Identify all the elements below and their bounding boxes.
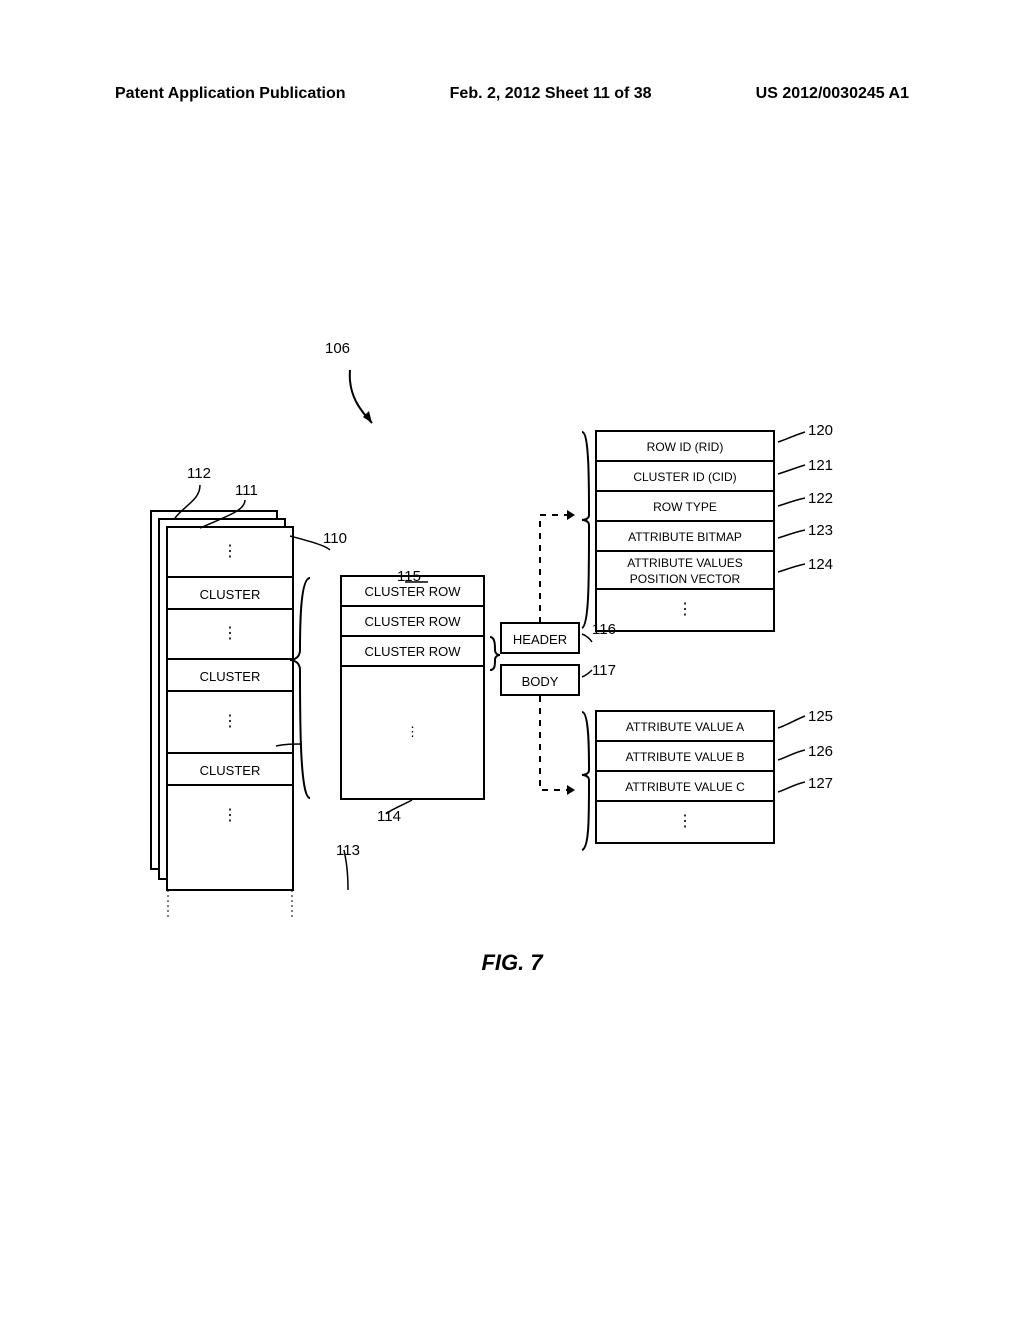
vdots xyxy=(168,692,292,752)
cluster-id-cell: CLUSTER ID (CID) xyxy=(597,462,773,492)
header-left: Patent Application Publication xyxy=(115,85,346,103)
cluster-row-stack: CLUSTER ROW CLUSTER ROW CLUSTER ROW xyxy=(340,575,485,800)
attr-val-a-cell: ATTRIBUTE VALUE A xyxy=(597,712,773,742)
vdots xyxy=(342,667,483,797)
row-type-cell: ROW TYPE xyxy=(597,492,773,522)
ref-124: 124 xyxy=(808,556,833,573)
ref-112: 112 xyxy=(187,465,211,482)
cluster-row-2: CLUSTER ROW xyxy=(342,607,483,637)
vdots xyxy=(168,610,292,658)
header-fields-stack: ROW ID (RID) CLUSTER ID (CID) ROW TYPE A… xyxy=(595,430,775,632)
figure-caption: FIG. 7 xyxy=(0,950,1024,976)
ref-106: 106 xyxy=(325,340,350,357)
attr-val-b-cell: ATTRIBUTE VALUE B xyxy=(597,742,773,772)
vdots xyxy=(168,528,292,576)
page-header: Patent Application Publication Feb. 2, 2… xyxy=(115,85,909,103)
cluster-cell-2: CLUSTER xyxy=(168,658,292,692)
attr-val-c-cell: ATTRIBUTE VALUE C xyxy=(597,772,773,802)
cluster-cell-1: CLUSTER xyxy=(168,576,292,610)
body-fields-stack: ATTRIBUTE VALUE A ATTRIBUTE VALUE B ATTR… xyxy=(595,710,775,844)
ref-111: 111 xyxy=(235,482,258,499)
vdots xyxy=(597,802,773,842)
header-right: US 2012/0030245 A1 xyxy=(756,85,909,103)
ref-122: 122 xyxy=(808,490,833,507)
vdots xyxy=(168,786,292,846)
diagram-area: 106 CLUSTER CLUSTER CLUSTER CLUSTER ROW … xyxy=(130,350,860,940)
ref-116: 116 xyxy=(592,621,616,638)
ref-115: 115 xyxy=(397,568,421,585)
row-id-cell: ROW ID (RID) xyxy=(597,432,773,462)
ref-113: 113 xyxy=(336,842,360,859)
ref-121: 121 xyxy=(808,457,833,474)
attr-pos-vec-cell: ATTRIBUTE VALUES POSITION VECTOR xyxy=(597,552,773,590)
ref-126: 126 xyxy=(808,743,833,760)
header-mid: Feb. 2, 2012 Sheet 11 of 38 xyxy=(450,85,652,103)
ref-120: 120 xyxy=(808,422,833,439)
ref-125: 125 xyxy=(808,708,833,725)
body-box: BODY xyxy=(500,664,580,696)
ref-110: 110 xyxy=(323,530,347,547)
header-body-stack: HEADER BODY xyxy=(500,622,580,706)
ref-117: 117 xyxy=(592,662,616,679)
attr-bitmap-cell: ATTRIBUTE BITMAP xyxy=(597,522,773,552)
cluster-panel-front: CLUSTER CLUSTER CLUSTER xyxy=(166,526,294,891)
cluster-stack: CLUSTER CLUSTER CLUSTER xyxy=(150,510,280,890)
ref-123: 123 xyxy=(808,522,833,539)
header-box: HEADER xyxy=(500,622,580,654)
ref-114: 114 xyxy=(377,808,401,825)
ref-127: 127 xyxy=(808,775,833,792)
ref-106-arrow xyxy=(330,355,390,440)
cluster-cell-3: CLUSTER xyxy=(168,752,292,786)
cluster-row-3: CLUSTER ROW xyxy=(342,637,483,667)
vdots xyxy=(597,590,773,630)
